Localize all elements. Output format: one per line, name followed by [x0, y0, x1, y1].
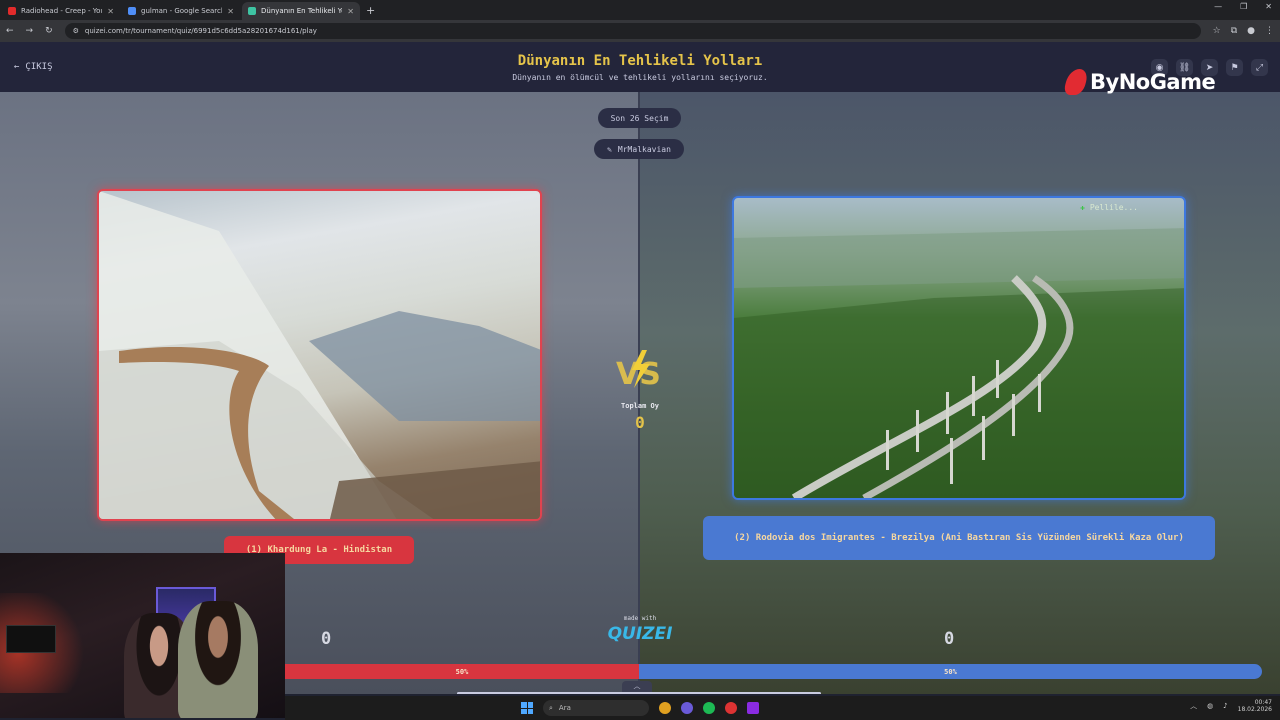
address-bar: ← → ↻ ⚙ quizei.com/tr/tournament/quiz/69…: [0, 20, 1280, 42]
close-icon[interactable]: ✕: [227, 7, 234, 16]
feather-icon: ✎: [607, 144, 612, 154]
brand-name: ByNoGame: [1090, 70, 1216, 94]
right-percent: 50%: [944, 667, 957, 676]
quizei-icon: [248, 7, 256, 15]
background-monitor: [6, 625, 56, 653]
tab-title: Radiohead - Creep - YouTube: [21, 7, 102, 15]
taskbar-search[interactable]: ⌕ Ara: [543, 700, 649, 716]
extensions: ☆ ⧉ ● ⋮: [1213, 26, 1274, 36]
bottom-handle[interactable]: [457, 692, 821, 694]
quiz-title: Dünyanın En Tehlikeli Yolları: [517, 53, 763, 69]
stream-brand-overlay: ByNoGame: [1062, 69, 1216, 95]
system-tray: ︿ ◍ ♪ 00:47 18.02.2026: [1190, 699, 1272, 713]
new-tab-icon[interactable]: +: [366, 2, 375, 20]
right-score: 0: [944, 629, 955, 649]
option-right-label[interactable]: (2) Rodovia dos Imigrantes - Brezilya (A…: [703, 516, 1215, 560]
made-with-label: made with: [623, 615, 657, 622]
maximize-icon[interactable]: ❐: [1240, 2, 1247, 11]
left-vote-bar: 50%: [285, 664, 639, 679]
webcam-overlay: [0, 553, 285, 718]
image-author-tag[interactable]: ✚ Pellile...: [1080, 203, 1138, 212]
browser-tab[interactable]: gulman - Google Search ✕: [122, 2, 240, 20]
left-percent: 50%: [455, 667, 469, 676]
menu-icon[interactable]: ⋮: [1265, 26, 1274, 36]
close-icon[interactable]: ✕: [347, 7, 354, 16]
vs-bolt-icon: VS: [616, 350, 661, 392]
creator-badge[interactable]: ✎ MrMalkavian: [594, 139, 684, 159]
round-badge: Son 26 Seçim: [598, 108, 681, 128]
streamer-man: [178, 601, 258, 718]
chrome-icon[interactable]: [659, 702, 671, 714]
obs-icon[interactable]: [725, 702, 737, 714]
taskbar-apps: ⌕ Ara: [521, 700, 759, 716]
tab-title: Dünyanın En Tehlikeli Yolları - Q: [261, 7, 342, 15]
back-icon[interactable]: ←: [6, 26, 14, 36]
highway-viaduct-image: [734, 228, 1184, 498]
option-right-image[interactable]: ✚ Pellile...: [732, 196, 1186, 500]
center-divider: [638, 92, 640, 694]
url-field[interactable]: ⚙ quizei.com/tr/tournament/quiz/6991d5c6…: [64, 23, 1201, 39]
network-icon[interactable]: ◍: [1207, 702, 1213, 710]
browser-tabbar: Radiohead - Creep - YouTube ✕ gulman - G…: [0, 0, 1280, 20]
windows-start-icon[interactable]: [521, 702, 533, 714]
youtube-icon: [8, 7, 16, 15]
mountain-road-image: [99, 191, 540, 519]
clock-time: 00:47: [1254, 699, 1272, 706]
bookmark-star-icon[interactable]: ☆: [1213, 26, 1221, 36]
search-icon: ⌕: [549, 703, 553, 712]
forward-icon[interactable]: →: [26, 26, 34, 36]
right-vote-bar: 50%: [639, 664, 1262, 679]
close-window-icon[interactable]: ✕: [1265, 2, 1272, 11]
total-votes-label: Toplam Oy: [621, 402, 659, 410]
plus-icon: ✚: [1080, 203, 1085, 212]
tray-chevron-icon[interactable]: ︿: [1190, 701, 1197, 711]
discord-icon[interactable]: [681, 702, 693, 714]
bynogame-logo-icon: [1062, 69, 1090, 95]
round-label: Son 26 Seçim: [610, 113, 669, 123]
total-votes-value: 0: [635, 413, 645, 432]
reload-icon[interactable]: ↻: [45, 26, 53, 36]
windows-taskbar: ⌕ Ara ︿ ◍ ♪ 00:47 18.02.2026: [285, 696, 1280, 720]
browser-tab[interactable]: Radiohead - Creep - YouTube ✕: [2, 2, 120, 20]
creator-name: MrMalkavian: [617, 144, 671, 154]
author-tag-label: Pellile...: [1089, 203, 1138, 212]
fullscreen-icon[interactable]: ⤢: [1251, 59, 1268, 76]
volume-icon[interactable]: ♪: [1223, 702, 1227, 710]
tab-title: gulman - Google Search: [141, 7, 223, 15]
browser-tab-active[interactable]: Dünyanın En Tehlikeli Yolları - Q ✕: [242, 2, 360, 20]
url-text: quizei.com/tr/tournament/quiz/6991d5c6dd…: [84, 27, 317, 35]
window-controls: — ❐ ✕: [1214, 2, 1272, 11]
site-info-icon[interactable]: ⚙: [73, 27, 79, 35]
app-icon[interactable]: [747, 702, 759, 714]
close-icon[interactable]: ✕: [107, 7, 114, 16]
left-score: 0: [321, 629, 332, 649]
option-left-image[interactable]: [97, 189, 542, 521]
clock-date: 18.02.2026: [1237, 706, 1272, 714]
spotify-icon[interactable]: [703, 702, 715, 714]
quizei-logo[interactable]: QUIZEI: [598, 624, 682, 644]
profile-icon[interactable]: ●: [1247, 26, 1255, 36]
google-icon: [128, 7, 136, 15]
flag-icon[interactable]: ⚑: [1226, 59, 1243, 76]
extension-icon[interactable]: ⧉: [1231, 26, 1237, 36]
minimize-icon[interactable]: —: [1214, 2, 1222, 11]
clock[interactable]: 00:47 18.02.2026: [1238, 699, 1272, 713]
search-placeholder: Ara: [558, 704, 571, 712]
